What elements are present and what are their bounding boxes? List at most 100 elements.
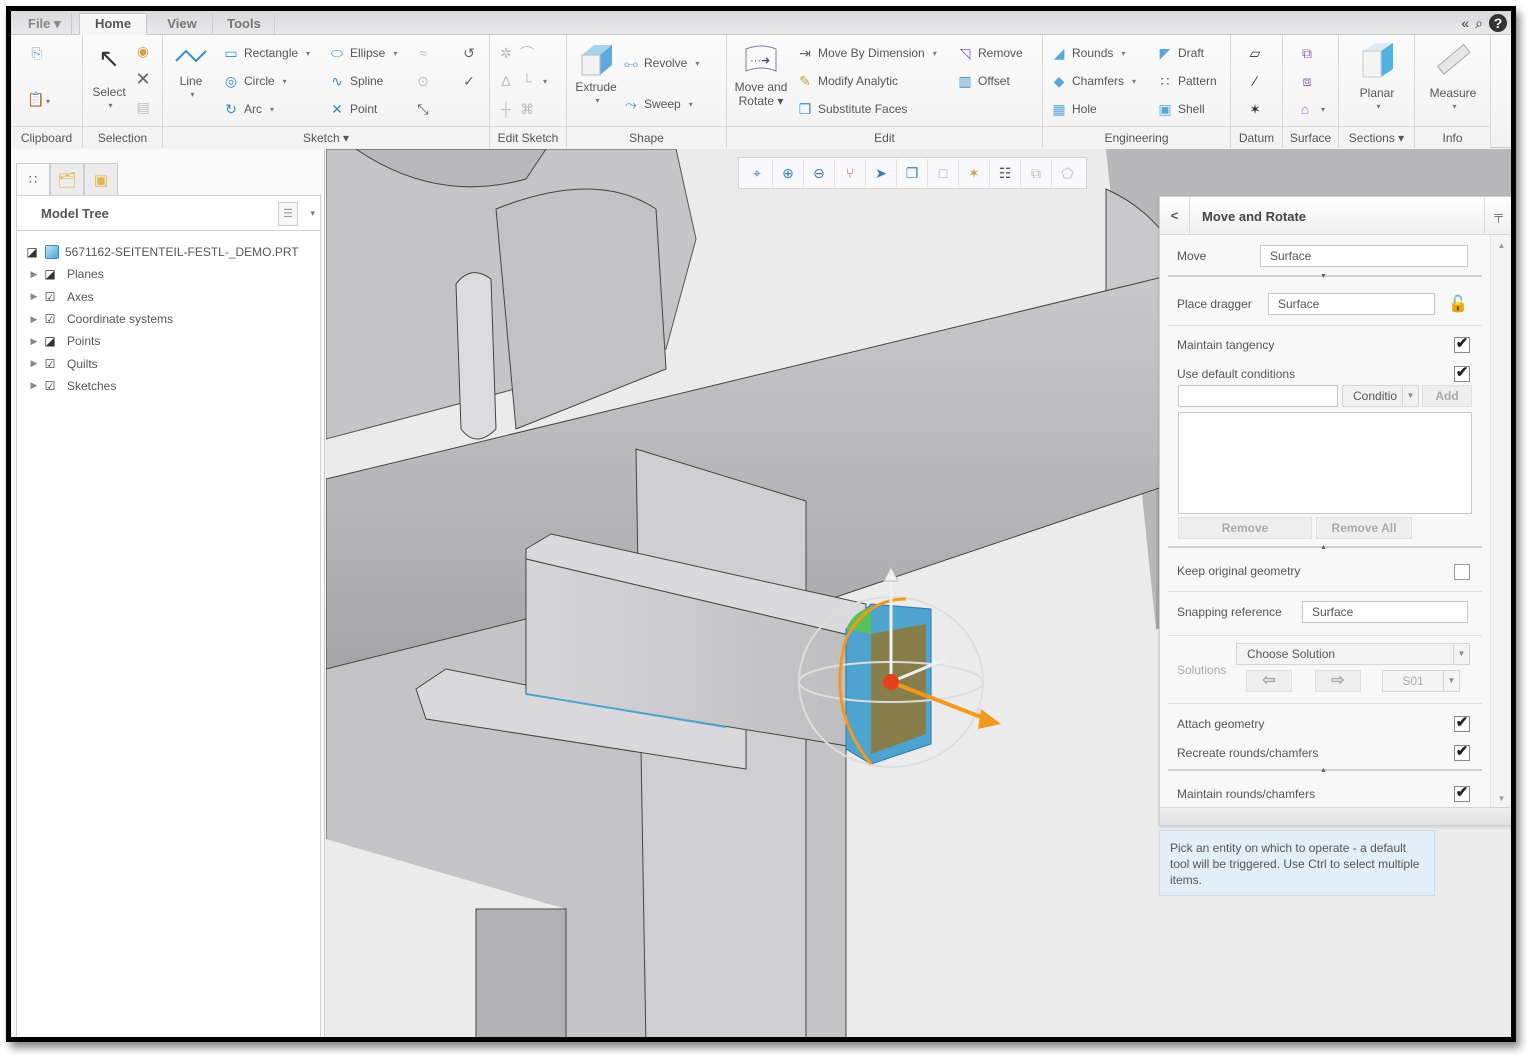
tab-folder-browser[interactable]: 🗂 [50,163,84,195]
partial-checkbox-icon[interactable]: ◪ [43,334,57,348]
search-icon[interactable]: ⌕ [1475,15,1483,32]
remove-button[interactable]: Remove [1178,517,1312,539]
ellipse-button[interactable]: ⬭ Ellipse ▾ [329,45,397,61]
section-splitter[interactable]: ▲ [1168,767,1482,774]
unlock-icon[interactable]: 🔓 [1448,294,1468,314]
recreate-rounds-checkbox[interactable]: ✔ [1454,744,1470,761]
datum-csys-button[interactable]: ✶ [1247,101,1263,117]
dragger-origin[interactable] [883,674,899,690]
back-icon[interactable]: < [1160,197,1190,235]
ok-sketch-button[interactable]: ✓ [461,73,477,89]
tree-item[interactable]: ▶ ☑ Quilts [17,352,320,374]
section-splitter[interactable]: ▲ [1168,544,1482,551]
tab-tools[interactable]: Tools [213,13,275,35]
tree-settings-icon[interactable]: ☰ [278,202,298,226]
undo-sketch-button[interactable]: ↺ [461,45,477,61]
saved-views-icon[interactable]: □ [928,159,959,187]
move-by-dimension-button[interactable]: ⇥ Move By Dimension ▾ [797,45,937,61]
tree-root[interactable]: ◪ 5671162-SEITENTEIL-FESTL-_DEMO.PRT [17,241,320,263]
datum-display-icon[interactable]: ✶ [959,159,990,187]
refit-icon[interactable]: ⌖ [742,159,773,187]
expand-arrow-icon[interactable]: ▶ [25,269,43,280]
use-default-conditions-checkbox[interactable]: ✔ [1454,365,1470,382]
pin-icon[interactable]: ╤ [1484,197,1511,235]
tree-item[interactable]: ▶ ◪ Planes [17,263,320,285]
sweep-button[interactable]: ⤳ Sweep ▾ [623,96,692,112]
surface-button-1[interactable]: ⧉ [1299,45,1315,61]
partial-checkbox-icon[interactable]: ◪ [43,267,57,281]
appearance-button[interactable]: ◉ [135,43,151,59]
divide-button[interactable]: ✲ ⌒ [498,45,535,61]
rectangle-button[interactable]: ▭ Rectangle ▾ [223,45,310,61]
offset-sketch-button[interactable]: ⊙ [415,73,431,89]
group-label-sketch[interactable]: Sketch ▾ [163,126,489,148]
delete-button[interactable]: ✕ [135,70,151,88]
surface-button-2[interactable]: ⧈ [1299,73,1315,89]
tree-item[interactable]: ▶ ◪ Points [17,330,320,352]
move-and-rotate-button[interactable]: ···➜ Move and Rotate ▾ [733,43,789,108]
substitute-faces-button[interactable]: ❐ Substitute Faces [797,101,908,117]
checkbox-checked-icon[interactable]: ☑ [43,290,57,304]
copy-button[interactable]: ⎘ [29,45,45,61]
extrude-button[interactable]: Extrude ▾ [573,41,619,108]
panel-resize-bar[interactable] [1160,807,1511,825]
tree-item[interactable]: ▶ ☑ Sketches [17,375,320,397]
offset-button[interactable]: ▥ Offset [957,73,1009,89]
select-button[interactable]: ↖ Select ▾ [89,43,129,113]
collapse-ribbon-icon[interactable]: « [1461,15,1469,31]
select-props-button[interactable]: ▤ [135,99,151,115]
mirror-button[interactable]: ∆ └ ▾ [498,73,547,89]
revolve-button[interactable]: ⧟ Revolve ▾ [623,55,699,71]
maintain-rounds-checkbox[interactable]: ✔ [1454,785,1470,802]
move-field[interactable]: Surface [1260,245,1468,267]
zoom-in-icon[interactable]: ⊕ [773,159,804,187]
display-style-icon[interactable]: ❐ [897,159,928,187]
help-icon[interactable]: ? [1489,14,1507,32]
scroll-up-icon[interactable]: ▲ [1491,241,1511,250]
orient-icon[interactable]: ➤ [866,159,897,187]
surface-button-3[interactable]: ⌂ ▾ [1297,101,1325,117]
checkbox-checked-icon[interactable]: ☑ [43,379,57,393]
snapping-reference-field[interactable]: Surface [1302,601,1468,623]
next-solution-button[interactable]: ⇨ [1315,670,1361,692]
expand-arrow-icon[interactable]: ▶ [25,380,43,391]
expand-arrow-icon[interactable]: ▶ [25,291,43,302]
tree-item[interactable]: ▶ ☑ Axes [17,286,320,308]
tree-item[interactable]: ▶ ☑ Coordinate systems [17,308,320,330]
planar-button[interactable]: Planar ▾ [1353,41,1401,114]
remove-all-button[interactable]: Remove All [1316,517,1412,539]
zoom-out-icon[interactable]: ⊖ [804,159,835,187]
annotation-display-icon[interactable]: ☷ [990,159,1021,187]
panel-scrollbar[interactable]: ▲ ▼ [1490,235,1511,807]
paste-button[interactable]: 📋 ▾ [27,91,50,109]
datum-axis-button[interactable]: ∕ [1247,73,1263,89]
chevron-down-icon[interactable]: ▾ [310,208,315,219]
expand-arrow-icon[interactable]: ▶ [25,336,43,347]
expand-arrow-icon[interactable]: ▶ [25,358,43,369]
draft-button[interactable]: ◤ Draft [1157,45,1204,61]
point-button[interactable]: ✕ Point [329,101,377,117]
circle-button[interactable]: ◎ Circle ▾ [223,73,287,89]
rounds-button[interactable]: ◢ Rounds ▾ [1051,45,1126,61]
maintain-tangency-checkbox[interactable]: ✔ [1454,336,1470,353]
spin-center-icon[interactable]: ⧉ [1021,159,1052,187]
scroll-down-icon[interactable]: ▼ [1491,794,1511,803]
solution-id-select[interactable]: S01 ▼ [1382,670,1460,692]
chamfers-button[interactable]: ◆ Chamfers ▾ [1051,73,1136,89]
line-button[interactable]: Line ▾ [171,45,211,102]
spline-button[interactable]: ∿ Spline [329,73,383,89]
tab-file[interactable]: File ▾ [17,13,72,35]
tab-model-tree[interactable]: ∷ [16,163,50,195]
choose-solution-select[interactable]: Choose Solution ▼ [1236,643,1470,665]
tab-home[interactable]: Home [79,13,147,35]
remove-button[interactable]: ◹ Remove [957,45,1023,61]
datum-plane-button[interactable]: ▱ [1247,45,1263,61]
pattern-button[interactable]: ∷ Pattern [1157,73,1217,89]
attach-geometry-checkbox[interactable]: ✔ [1454,715,1470,732]
previous-solution-button[interactable]: ⇦ [1246,670,1292,692]
coord-sys-button[interactable]: ⤡ [415,101,431,117]
named-view-icon[interactable]: ⬠ [1052,159,1083,187]
partial-checkbox-icon[interactable]: ◪ [25,245,39,259]
measure-button[interactable]: Measure ▾ [1427,41,1479,114]
condition-input[interactable] [1178,385,1338,407]
